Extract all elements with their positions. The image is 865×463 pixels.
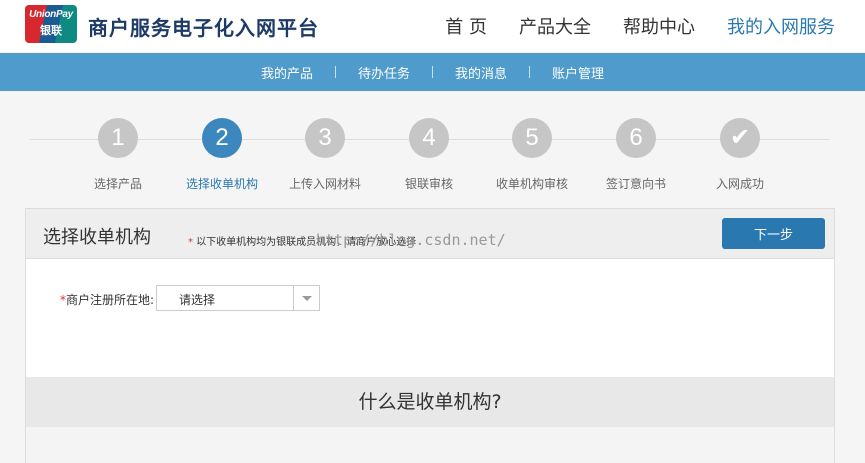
select-value: 请选择 [179,293,216,307]
panel-title: 选择收单机构 [43,227,151,248]
top-bar: UnionPay 银联 商户服务电子化入网平台 首 页 产品大全 帮助中心 我的… [0,0,865,52]
step-number: 5 [512,118,552,158]
step-2: 2 选择收单机构 [172,118,272,192]
step-number: 3 [305,118,345,158]
faq-title: 什么是收单机构? [26,377,834,427]
step-6: 6 签订意向书 [586,118,686,192]
step-label: 收单机构审核 [495,177,568,191]
merchant-location-select[interactable]: 请选择 [156,285,320,311]
faq-body [26,427,834,463]
sub-nav: 我的产品 待办任务 我的消息 账户管理 [0,53,865,91]
unionpay-logo[interactable]: UnionPay 银联 [25,5,77,43]
subnav-todo-tasks[interactable]: 待办任务 [336,63,432,82]
site-title: 商户服务电子化入网平台 [88,16,319,40]
step-label: 选择收单机构 [185,177,258,191]
watermark: http://blog.csdn.net/ [316,231,506,249]
step-number: 1 [98,118,138,158]
step-label: 选择产品 [93,177,142,191]
subnav-my-messages[interactable]: 我的消息 [433,63,529,82]
panel-header: 选择收单机构 * 以下收单机构均为银联成员机构，请商户放心选择 http://b… [26,209,834,259]
step-number: 2 [202,118,242,158]
step-4: 4 银联审核 [379,118,479,192]
step-label: 签订意向书 [605,177,666,191]
check-icon: ✔ [720,118,760,158]
step-5: 5 收单机构审核 [482,118,582,192]
main-panel: 选择收单机构 * 以下收单机构均为银联成员机构，请商户放心选择 http://b… [25,208,835,463]
step-label: 上传入网材料 [288,177,361,191]
step-number: 4 [409,118,449,158]
step-number: 6 [616,118,656,158]
nav-help[interactable]: 帮助中心 [623,13,695,39]
step-1: 1 选择产品 [68,118,168,192]
subnav-my-products[interactable]: 我的产品 [239,63,335,82]
chevron-down-icon [302,296,312,301]
nav-my-service[interactable]: 我的入网服务 [727,13,835,39]
select-arrow-button[interactable] [293,286,319,310]
top-nav: 首 页 产品大全 帮助中心 我的入网服务 [445,13,835,39]
step-label: 入网成功 [715,177,764,191]
step-7: ✔ 入网成功 [690,118,790,192]
step-3: 3 上传入网材料 [275,118,375,192]
step-label: 银联审核 [404,177,453,191]
subnav-account[interactable]: 账户管理 [530,63,626,82]
next-step-button[interactable]: 下一步 [722,218,825,249]
merchant-location-label: *商户注册所在地: [60,293,155,307]
nav-home[interactable]: 首 页 [445,13,487,39]
nav-products[interactable]: 产品大全 [519,13,591,39]
